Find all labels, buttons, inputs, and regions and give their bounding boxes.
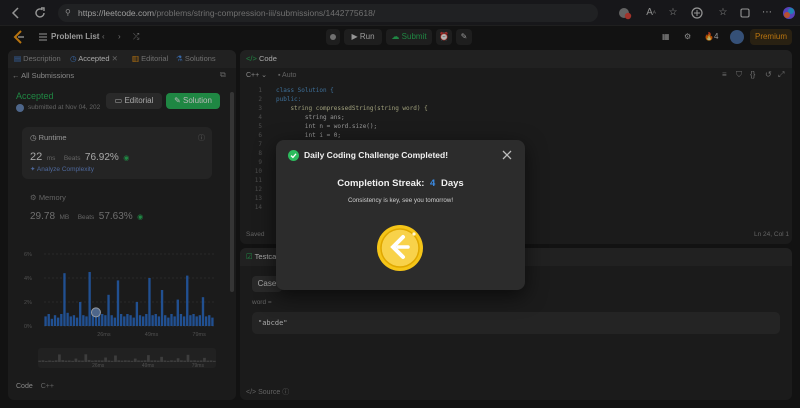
streak-days-value: 4 [430,178,436,189]
streak-unit: Days [440,178,464,189]
daily-challenge-modal: Daily Coding Challenge Completed! Comple… [276,140,525,290]
streak-message: Consistency is key, see you tomorrow! [347,197,454,204]
streak-label: Completion Streak: [337,178,425,189]
modal-title: Daily Coding Challenge Completed! [304,150,449,160]
close-icon[interactable] [500,148,514,162]
coin-icon [376,224,424,272]
check-circle-icon [288,150,299,161]
streak-row: Completion Streak: 4 Days [276,178,525,190]
